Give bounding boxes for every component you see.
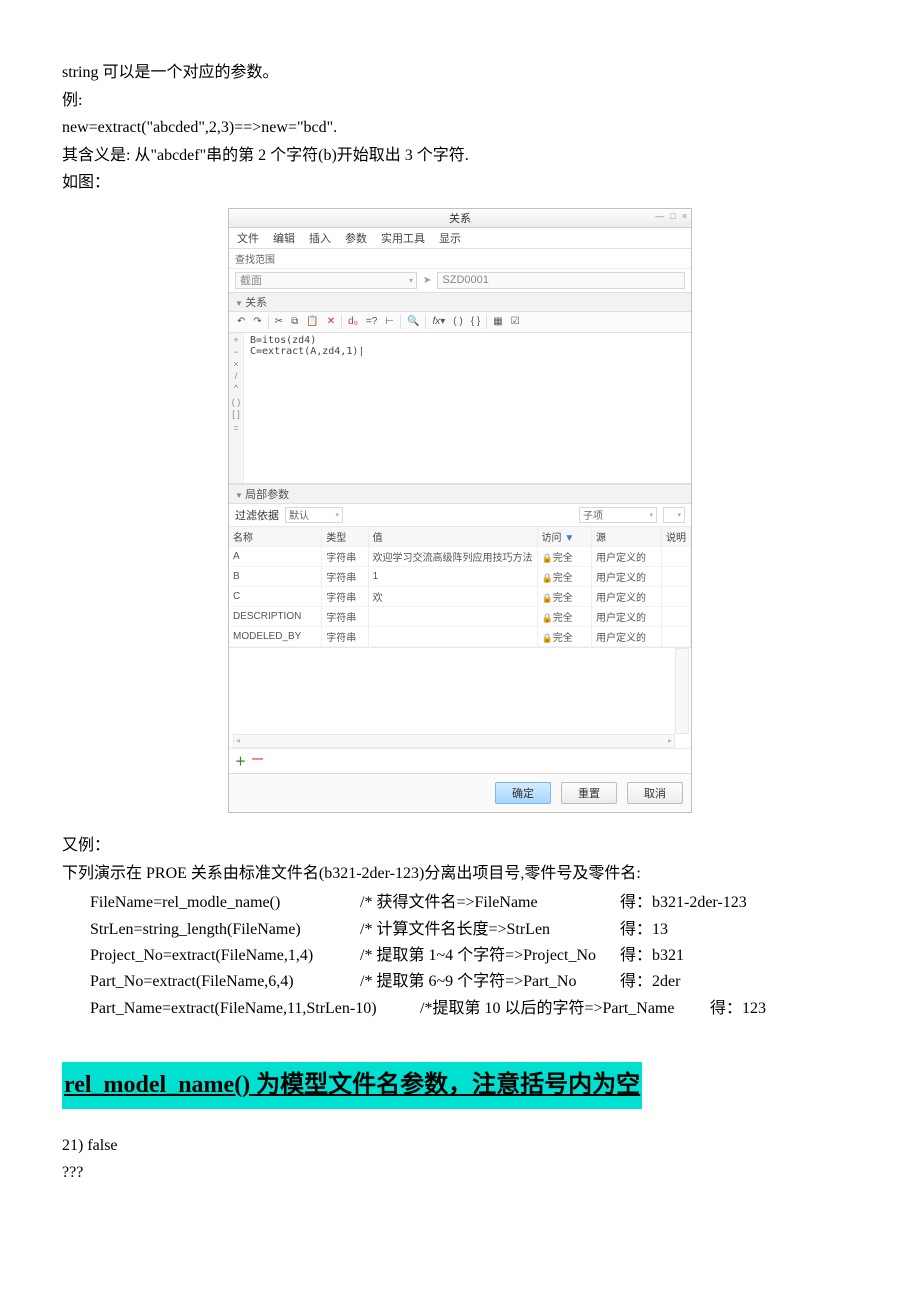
example-row: FileName=rel_modle_name()/* 获得文件名=>FileN… [90, 890, 858, 916]
intro-line: 其含义是: 从"abcdef"串的第 2 个字符(b)开始取出 3 个字符. [62, 143, 858, 169]
filter-dropdown[interactable]: 默认 [285, 507, 343, 523]
undo-icon[interactable]: ↶ [235, 315, 247, 328]
relations-section-header[interactable]: 关系 [229, 292, 691, 312]
dialog-footer: 确定 重置 取消 [229, 773, 691, 812]
copy-icon[interactable]: ⧉ [289, 315, 300, 328]
example-row: StrLen=string_length(FileName)/* 计算文件名长度… [90, 917, 858, 943]
ok-button[interactable]: 确定 [495, 782, 551, 804]
col-value[interactable]: 值 [368, 527, 537, 547]
scope-object-field[interactable]: SZD0001 [437, 272, 685, 289]
menu-edit[interactable]: 编辑 [273, 230, 295, 246]
scope-group-label: 查找范围 [229, 249, 691, 269]
intro-line: new=extract("abcded",2,3)==>new="bcd". [62, 115, 858, 141]
local-params-header[interactable]: 局部参数 [229, 484, 691, 504]
find-icon[interactable]: 🔍 [405, 315, 421, 328]
op-pow[interactable]: ^ [234, 383, 238, 393]
dialog-title: 关系 [449, 210, 471, 226]
example2-head: 又例： [62, 833, 858, 859]
close-icon[interactable]: × [682, 211, 687, 221]
sheet-icon[interactable]: ▦ [491, 315, 504, 328]
cut-icon[interactable]: ✂ [273, 315, 285, 328]
col-desc[interactable]: 说明 [662, 527, 691, 547]
op-paren[interactable]: ( ) [232, 397, 241, 407]
op-plus[interactable]: + [233, 335, 238, 345]
menu-tools[interactable]: 实用工具 [381, 230, 425, 246]
remove-param-icon[interactable]: — [252, 753, 263, 769]
delete-icon[interactable]: ✕ [325, 315, 337, 328]
col-type[interactable]: 类型 [322, 527, 368, 547]
intro-line: 例: [62, 88, 858, 114]
op-mult[interactable]: × [233, 359, 238, 369]
titlebar: 关系 — □ × [229, 209, 691, 228]
table-row[interactable]: A字符串欢迎学习交流高级阵列应用技巧方法🔒完全用户定义的 [229, 546, 691, 566]
extra-dropdown[interactable] [663, 507, 685, 523]
params-table: 名称 类型 值 访问 ▼ 源 说明 A字符串欢迎学习交流高级阵列应用技巧方法🔒完… [229, 527, 691, 647]
example2-desc: 下列演示在 PROE 关系由标准文件名(b321-2der-123)分离出项目号… [62, 861, 858, 887]
paren-icon[interactable]: ( ) [451, 315, 464, 328]
redo-icon[interactable]: ↷ [251, 315, 263, 328]
tail-line: 21) false [62, 1133, 858, 1159]
filter-label: 过滤依据 [235, 507, 279, 523]
equals-question-icon[interactable]: =? [364, 315, 379, 328]
code-area[interactable]: B=itos(zd4) C=extract(A,zd4,1)| [244, 333, 370, 483]
menu-bar: 文件 编辑 插入 参数 实用工具 显示 [229, 228, 691, 249]
table-row[interactable]: DESCRIPTION字符串🔒完全用户定义的 [229, 606, 691, 626]
menu-display[interactable]: 显示 [439, 230, 461, 246]
fx-icon[interactable]: fx▾ [430, 315, 447, 328]
table-row[interactable]: B字符串1🔒完全用户定义的 [229, 566, 691, 586]
highlight-note: rel_model_name() 为模型文件名参数，注意括号内为空 [62, 1062, 642, 1108]
units-icon[interactable]: d₀ [346, 315, 360, 328]
check-icon[interactable]: ☑ [509, 315, 522, 328]
example-row: Part_No=extract(FileName,6,4)/* 提取第 6~9 … [90, 969, 858, 995]
paste-icon[interactable]: 📋 [304, 315, 320, 328]
subitem-dropdown[interactable]: 子项 [579, 507, 657, 523]
scope-dropdown[interactable]: 截面 [235, 272, 417, 289]
op-div[interactable]: / [235, 371, 238, 381]
h-scrollbar[interactable]: ◂▸ [233, 734, 675, 748]
cancel-button[interactable]: 取消 [627, 782, 683, 804]
relations-dialog: 关系 — □ × 文件 编辑 插入 参数 实用工具 显示 查找范围 截面 ➤ S… [228, 208, 692, 813]
menu-params[interactable]: 参数 [345, 230, 367, 246]
tail-line: ??? [62, 1160, 858, 1186]
relations-toolbar: ↶ ↷ ✂ ⧉ 📋 ✕ d₀ =? ⊢ 🔍 fx▾ ( ) { } ▦ ☑ [229, 312, 691, 333]
table-row[interactable]: MODELED_BY字符串🔒完全用户定义的 [229, 626, 691, 646]
example2-table: FileName=rel_modle_name()/* 获得文件名=>FileN… [62, 890, 858, 1022]
pointer-icon[interactable]: ➤ [423, 275, 431, 286]
col-source[interactable]: 源 [591, 527, 661, 547]
intro-line: 如图： [62, 170, 858, 196]
example-row: Project_No=extract(FileName,1,4)/* 提取第 1… [90, 943, 858, 969]
reset-button[interactable]: 重置 [561, 782, 617, 804]
maximize-icon[interactable]: □ [670, 211, 675, 221]
op-minus[interactable]: − [233, 347, 238, 357]
table-row[interactable]: C字符串欢🔒完全用户定义的 [229, 586, 691, 606]
ruler-icon[interactable]: ⊢ [383, 315, 396, 328]
operator-gutter: + − × / ^ ( ) [ ] = [229, 333, 244, 483]
col-name[interactable]: 名称 [229, 527, 322, 547]
op-eq[interactable]: = [233, 423, 238, 433]
params-empty-area: ▲ ▼ ◂▸ [229, 647, 691, 748]
example-row: Part_Name=extract(FileName,11,StrLen-10)… [90, 996, 858, 1022]
minimize-icon[interactable]: — [655, 211, 664, 221]
intro-line: string 可以是一个对应的参数。 [62, 60, 858, 86]
col-access[interactable]: 访问 ▼ [537, 527, 591, 547]
add-param-icon[interactable]: ＋ [235, 753, 246, 769]
relations-editor: + − × / ^ ( ) [ ] = B=itos(zd4) C=extrac… [229, 333, 691, 484]
v-scrollbar[interactable] [675, 648, 689, 734]
menu-insert[interactable]: 插入 [309, 230, 331, 246]
op-bracket[interactable]: [ ] [232, 409, 240, 419]
bracket-icon[interactable]: { } [469, 315, 482, 328]
menu-file[interactable]: 文件 [237, 230, 259, 246]
